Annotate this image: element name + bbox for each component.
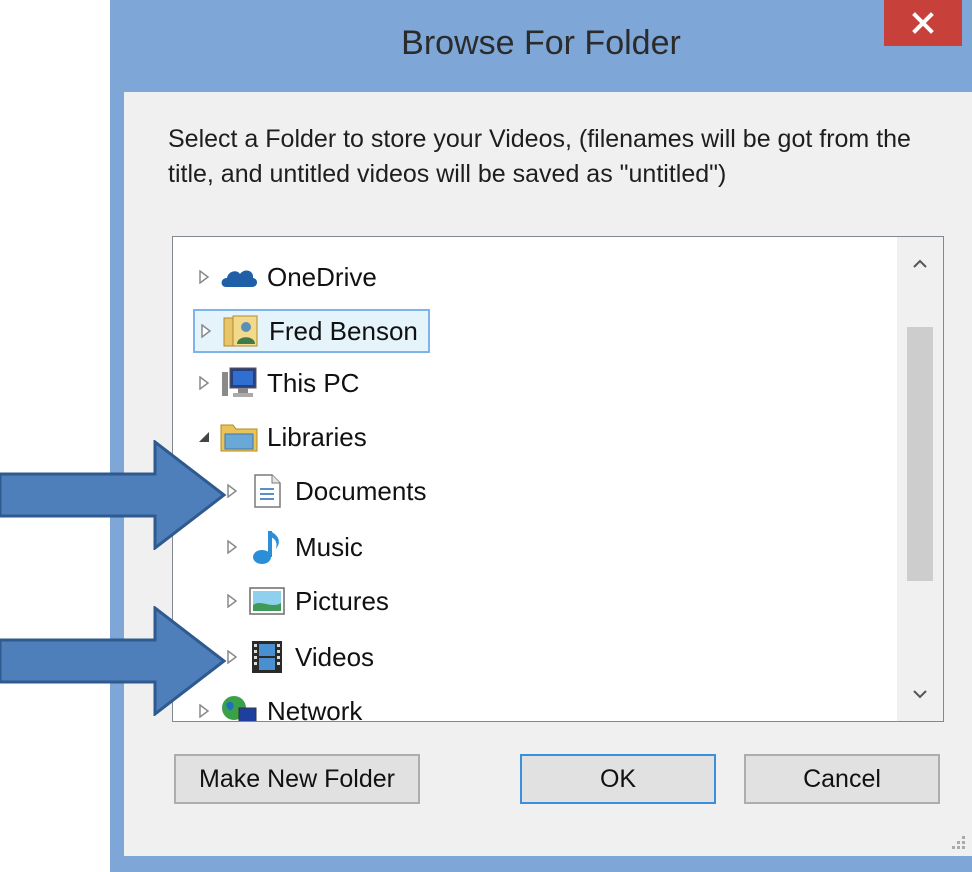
close-icon	[912, 12, 934, 34]
resize-grip-icon[interactable]	[948, 832, 966, 850]
tree-item-fred-benson[interactable]: Fred Benson	[193, 309, 430, 353]
tree-item-label: Documents	[295, 475, 427, 506]
close-button[interactable]	[884, 0, 962, 46]
ok-button[interactable]: OK	[520, 754, 716, 804]
scroll-up-button[interactable]	[897, 237, 943, 291]
expand-arrow-icon[interactable]	[193, 255, 215, 299]
tree-item-documents[interactable]: Documents	[221, 469, 427, 513]
tree-item-label: Network	[267, 695, 363, 722]
tree-item-pictures[interactable]: Pictures	[221, 579, 389, 623]
scroll-thumb[interactable]	[907, 327, 933, 581]
documents-icon	[247, 471, 287, 511]
tree-item-label: This PC	[267, 367, 360, 398]
annotation-arrow-videos	[0, 606, 227, 716]
chevron-up-icon	[913, 259, 927, 268]
computer-icon	[219, 363, 259, 403]
tree-item-label: Fred Benson	[269, 315, 418, 346]
onedrive-cloud-icon	[219, 257, 259, 297]
browse-for-folder-dialog: Browse For Folder Select a Folder to sto…	[110, 0, 972, 872]
dialog-title: Browse For Folder	[401, 24, 681, 62]
tree-item-label: Music	[295, 531, 363, 562]
title-bar[interactable]: Browse For Folder	[110, 0, 972, 92]
chevron-down-icon	[913, 690, 927, 699]
tree-item-label: Libraries	[267, 421, 367, 452]
user-folder-icon	[221, 311, 261, 351]
make-new-folder-button[interactable]: Make New Folder	[174, 754, 420, 804]
folder-tree[interactable]: OneDrive Fred Benson This PC Libraries D…	[172, 236, 944, 722]
tree-item-label: Pictures	[295, 585, 389, 616]
instruction-text: Select a Folder to store your Videos, (f…	[168, 125, 911, 188]
tree-item-label: OneDrive	[267, 261, 377, 292]
expand-arrow-icon[interactable]	[193, 361, 215, 405]
dialog-body: Select a Folder to store your Videos, (f…	[124, 92, 972, 856]
annotation-arrow-documents	[0, 440, 227, 550]
expand-arrow-icon[interactable]	[195, 309, 217, 353]
videos-filmstrip-icon	[247, 637, 287, 677]
tree-item-music[interactable]: Music	[221, 525, 363, 569]
tree-item-label: Videos	[295, 641, 375, 672]
tree-scrollbar[interactable]	[897, 237, 943, 721]
cancel-button[interactable]: Cancel	[744, 754, 940, 804]
tree-item-onedrive[interactable]: OneDrive	[193, 255, 377, 299]
pictures-icon	[247, 581, 287, 621]
scroll-down-button[interactable]	[897, 667, 943, 721]
tree-item-videos[interactable]: Videos	[221, 635, 374, 679]
music-note-icon	[247, 527, 287, 567]
tree-item-this-pc[interactable]: This PC	[193, 361, 359, 405]
